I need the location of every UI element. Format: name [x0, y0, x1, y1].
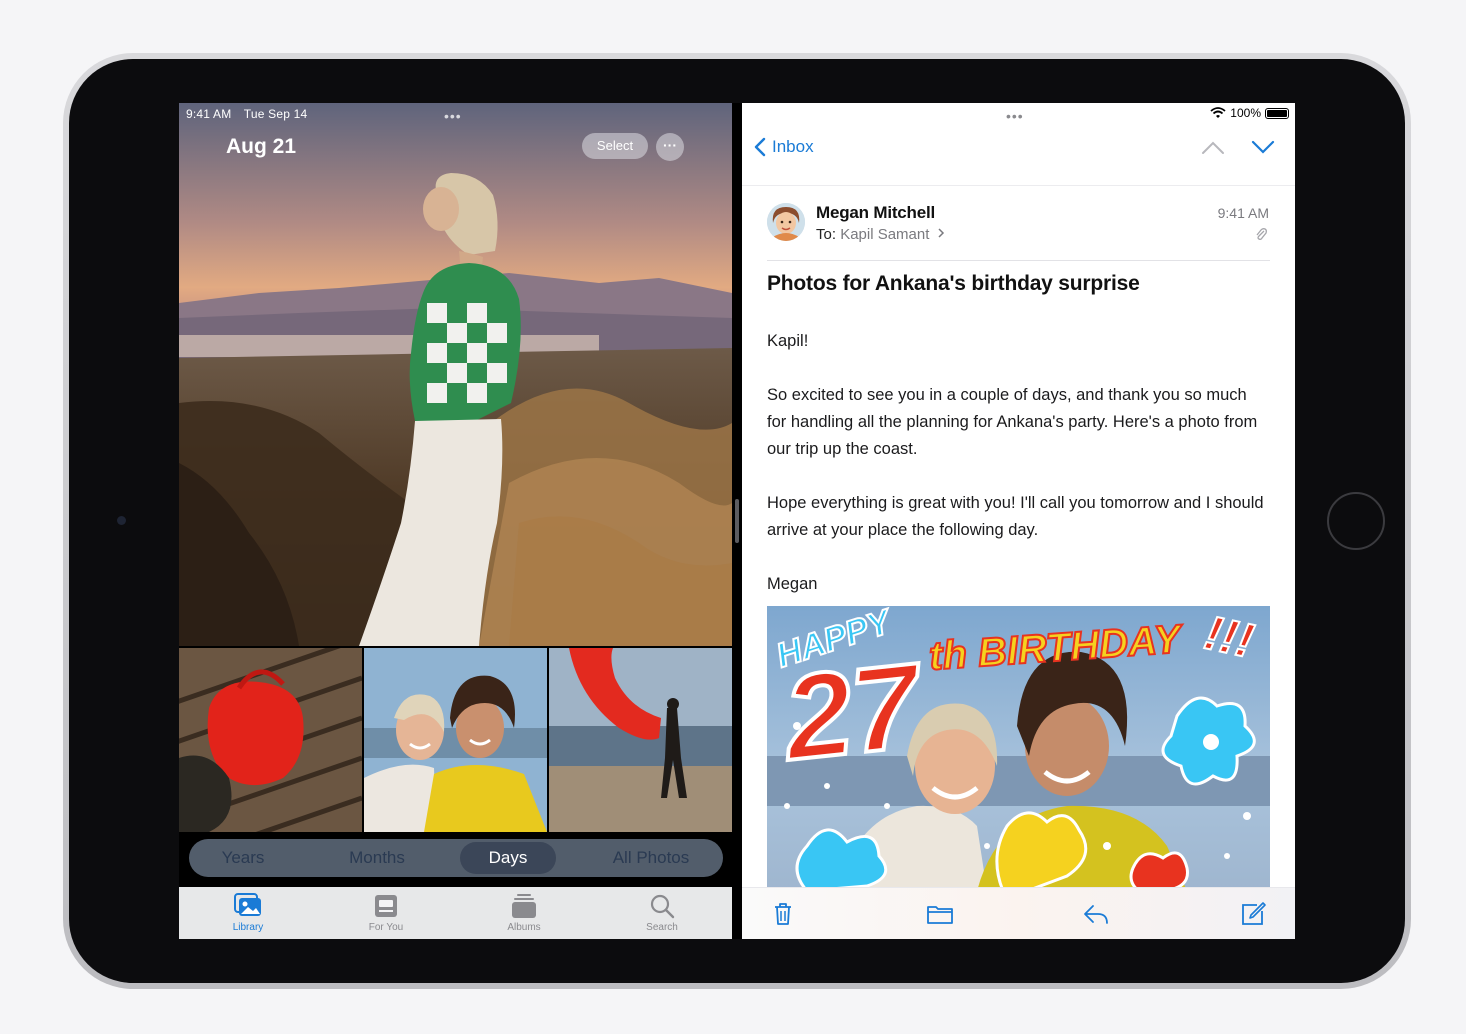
header-separator	[742, 185, 1295, 186]
photo-thumbnail-row	[179, 648, 732, 832]
wifi-icon	[1210, 107, 1226, 118]
photo-thumbnail-red-bag[interactable]	[179, 648, 362, 832]
multitasking-dots-icon[interactable]: •••	[444, 109, 462, 123]
status-bar-right: 100%	[1210, 106, 1289, 120]
featured-photo[interactable]: 9:41 AM Tue Sep 14 ••• Aug 21 Select ···	[179, 103, 732, 646]
multitasking-dots-icon[interactable]: •••	[1006, 109, 1024, 123]
photo-thumbnail-friends-selfie[interactable]	[364, 648, 547, 832]
mail-toolbar	[742, 887, 1295, 939]
back-to-inbox-button[interactable]: Inbox	[754, 137, 814, 157]
segment-days[interactable]: Days	[460, 842, 556, 874]
mail-app: ••• 100% Inbox Megan Mitchell To: Kapil …	[742, 103, 1295, 939]
search-icon	[650, 894, 675, 919]
sender-name[interactable]: Megan Mitchell	[816, 203, 935, 223]
tab-library-label: Library	[232, 922, 264, 933]
segment-all-photos[interactable]: All Photos	[589, 842, 713, 874]
home-button[interactable]	[1327, 492, 1385, 550]
tab-albums[interactable]: Albums	[479, 892, 569, 933]
battery-icon	[1265, 107, 1289, 119]
recipient-name: Kapil Samant	[840, 226, 930, 243]
split-view-handle[interactable]	[735, 499, 739, 543]
status-time: 9:41 AM	[186, 107, 232, 121]
message-body: Kapil! So excited to see you in a couple…	[767, 328, 1267, 625]
tab-search[interactable]: Search	[617, 892, 707, 933]
avatar[interactable]	[767, 203, 805, 241]
chevron-right-icon	[938, 228, 944, 238]
photos-app: 9:41 AM Tue Sep 14 ••• Aug 21 Select ···	[179, 103, 732, 939]
tab-search-label: Search	[646, 922, 678, 933]
featured-photo-image	[179, 103, 732, 646]
photo-thumbnail-beach-red-fabric[interactable]	[549, 648, 732, 832]
tab-for-you-label: For You	[368, 922, 404, 933]
segment-months[interactable]: Months	[323, 842, 431, 874]
photos-date-title: Aug 21	[226, 135, 297, 158]
battery-percent: 100%	[1230, 106, 1261, 120]
metadata-separator	[767, 260, 1270, 261]
status-bar-left: 9:41 AM Tue Sep 14	[186, 107, 316, 121]
chevron-down-icon[interactable]	[1251, 139, 1275, 155]
reply-icon[interactable]	[1082, 900, 1110, 928]
screen: 9:41 AM Tue Sep 14 ••• Aug 21 Select ···	[179, 103, 1295, 939]
status-date: Tue Sep 14	[243, 107, 308, 121]
message-subject: Photos for Ankana's birthday surprise	[767, 272, 1140, 295]
for-you-icon	[375, 895, 397, 917]
back-button-label: Inbox	[772, 137, 814, 156]
chevron-left-icon	[754, 137, 766, 157]
segment-years[interactable]: Years	[189, 842, 297, 874]
to-prefix: To:	[816, 226, 837, 243]
front-camera	[117, 516, 126, 525]
tab-albums-label: Albums	[507, 922, 541, 933]
trash-icon[interactable]	[769, 900, 797, 928]
split-view-divider[interactable]	[732, 103, 742, 939]
message-navigation	[1201, 139, 1275, 155]
body-signoff: Megan	[767, 575, 818, 593]
body-greeting: Kapil!	[767, 332, 809, 350]
body-paragraph: So excited to see you in a couple of day…	[767, 386, 1258, 458]
tab-for-you[interactable]: For You	[341, 892, 431, 933]
tab-library[interactable]: Library	[203, 892, 293, 933]
select-button[interactable]: Select	[582, 133, 648, 159]
recipient-line[interactable]: To: Kapil Samant	[816, 226, 945, 243]
photos-tab-bar: Library For You Albums Search	[179, 887, 732, 939]
photo-library-icon	[234, 893, 261, 916]
folder-icon[interactable]	[926, 900, 954, 928]
body-paragraph: Hope everything is great with you! I'll …	[767, 494, 1264, 539]
message-time: 9:41 AM	[1217, 205, 1269, 221]
compose-icon[interactable]	[1239, 900, 1267, 928]
card-text-number: 27	[776, 636, 927, 787]
more-options-button[interactable]: ···	[656, 133, 684, 161]
chevron-up-icon[interactable]	[1201, 139, 1225, 155]
photos-view-segmented-control: Years Months Days All Photos	[189, 839, 723, 877]
albums-icon	[512, 894, 536, 918]
birthday-card-image[interactable]: HAPPY 27 th BIRTHDAY !!!	[767, 606, 1270, 891]
attachment-icon	[1256, 228, 1267, 240]
